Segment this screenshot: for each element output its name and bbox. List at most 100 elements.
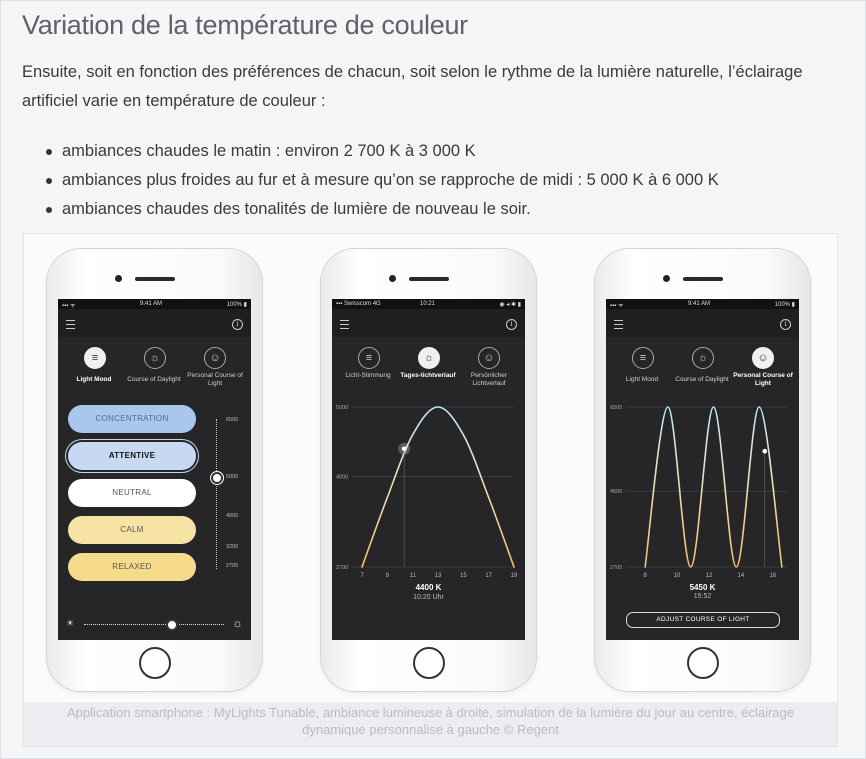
slider-tick-label: 4000: [226, 513, 239, 519]
battery-indicator: 100% ▮: [226, 302, 247, 308]
sun-icon[interactable]: ☼: [144, 347, 166, 369]
tab-persoenlicher-lichtverlauf[interactable]: Persönlicher Lichtverlauf: [458, 372, 520, 388]
home-button[interactable]: [139, 647, 171, 679]
personal-course-chart: 6500 4500 2700 8 10 12 14 16: [610, 405, 788, 579]
battery-indicator: ◉ ◂ ✱ ▮: [499, 302, 521, 308]
mood-relaxed-button[interactable]: RELAXED: [68, 553, 196, 581]
current-time-value: 15:52: [693, 593, 712, 600]
x-tick-label: 9: [386, 573, 390, 579]
series-line: [644, 406, 783, 568]
info-icon[interactable]: i: [506, 319, 517, 330]
tab-licht-stimmung[interactable]: Licht-Stimmung: [338, 372, 398, 380]
status-time: 9:41 AM: [140, 301, 163, 307]
x-tick-label: 10: [674, 573, 681, 579]
series-line: [361, 406, 515, 568]
sliders-icon[interactable]: ≡: [632, 347, 654, 369]
person-icon[interactable]: ☺: [204, 347, 226, 369]
app-screen: ▪▪▪ ᯤ 9:41 AM 100% ▮ i ≡ ☼ ☺ Light Mood …: [58, 299, 251, 640]
front-camera: [115, 275, 122, 282]
current-temperature-value: 4400 K: [415, 583, 442, 592]
x-tick-label: 8: [643, 573, 647, 579]
speaker-grille: [683, 277, 723, 281]
bullet-list: ambiances chaudes le matin : environ 2 7…: [22, 137, 719, 224]
status-time: 9:41 AM: [688, 301, 711, 307]
daylight-chart: 5000 4000 2700 7 9 11 13 15 17 19: [336, 405, 518, 579]
sliders-icon[interactable]: ≡: [358, 347, 380, 369]
sun-icon[interactable]: ☼: [418, 347, 440, 369]
person-icon[interactable]: ☺: [752, 347, 774, 369]
figure: ▪▪▪ ᯤ 9:41 AM 100% ▮ i ≡ ☼ ☺ Light Mood …: [23, 233, 838, 747]
menu-icon[interactable]: [614, 320, 623, 329]
battery-indicator: 100% ▮: [774, 302, 795, 308]
signal-indicator: ▪▪▪ Swisscom 4G: [336, 301, 381, 307]
sun-icon[interactable]: ☼: [692, 347, 714, 369]
slider-tick-label: 5000: [226, 474, 239, 480]
mood-attentive-button[interactable]: ATTENTIVE: [68, 442, 196, 470]
tab-light-mood[interactable]: Light Mood: [64, 376, 124, 384]
menu-icon[interactable]: [340, 320, 349, 329]
signal-indicator: ▪▪▪ ᯤ: [610, 303, 624, 309]
phone-personal-course: ▪▪▪ ᯤ 9:41 AM 100% ▮ i ≡ ☼ ☺ Light Mood …: [595, 249, 810, 691]
x-tick-label: 13: [435, 573, 442, 579]
x-tick-label: 17: [485, 573, 492, 579]
mood-calm-button[interactable]: CALM: [68, 516, 196, 544]
sliders-icon[interactable]: ≡: [84, 347, 106, 369]
temperature-slider-knob[interactable]: [211, 472, 223, 484]
x-tick-label: 12: [706, 573, 713, 579]
home-button[interactable]: [413, 647, 445, 679]
status-bar: ▪▪▪ ᯤ 9:41 AM 100% ▮: [58, 299, 251, 309]
marker-point: [762, 448, 768, 454]
brightness-slider-knob[interactable]: [166, 619, 178, 631]
x-tick-label: 15: [460, 573, 467, 579]
front-camera: [663, 275, 670, 282]
brightness-low-icon: ☀: [66, 618, 75, 628]
tab-tageslichtverlauf[interactable]: Tages-lichtverlauf: [398, 372, 458, 380]
home-button[interactable]: [687, 647, 719, 679]
signal-indicator: ▪▪▪ ᯤ: [62, 303, 76, 309]
y-tick-label: 2700: [336, 565, 348, 571]
y-tick-label: 5000: [336, 405, 348, 411]
person-icon[interactable]: ☺: [478, 347, 500, 369]
mood-concentration-button[interactable]: CONCENTRATION: [68, 405, 196, 433]
tab-course-of-daylight[interactable]: Course of Daylight: [124, 376, 184, 384]
slider-tick-label: 2700: [226, 563, 239, 569]
mood-neutral-button[interactable]: NEUTRAL: [68, 479, 196, 507]
menu-icon[interactable]: [66, 320, 75, 329]
y-tick-label: 4000: [336, 475, 348, 481]
x-tick-label: 7: [360, 573, 364, 579]
x-tick-label: 16: [769, 573, 776, 579]
tab-course-of-daylight[interactable]: Course of Daylight: [672, 376, 732, 384]
current-time-value: 10:20 Uhr: [413, 594, 444, 601]
bullet-item: ambiances plus froides au fur et à mesur…: [22, 166, 719, 195]
brightness-high-icon: ☼: [232, 616, 243, 630]
info-icon[interactable]: i: [780, 319, 791, 330]
bullet-item: ambiances chaudes le matin : environ 2 7…: [22, 137, 719, 166]
figure-image: ▪▪▪ ᯤ 9:41 AM 100% ▮ i ≡ ☼ ☺ Light Mood …: [24, 234, 837, 702]
x-tick-label: 14: [738, 573, 745, 579]
nav-bar: i: [606, 309, 799, 337]
y-tick-label: 4500: [610, 489, 622, 495]
tab-personal-course-of-light[interactable]: Personal Course of Light: [184, 372, 246, 388]
x-tick-label: 11: [410, 573, 417, 579]
slider-tick-label: 6500: [226, 417, 239, 423]
brightness-slider-track[interactable]: [84, 624, 224, 625]
status-bar: ▪▪▪ Swisscom 4G 10:21 ◉ ◂ ✱ ▮: [332, 299, 525, 309]
temperature-slider-track[interactable]: [216, 419, 217, 569]
phone-course-of-daylight: ▪▪▪ Swisscom 4G 10:21 ◉ ◂ ✱ ▮ i ≡ ☼ ☺ Li…: [321, 249, 536, 691]
info-icon[interactable]: i: [232, 319, 243, 330]
front-camera: [389, 275, 396, 282]
status-time: 10:21: [420, 301, 436, 307]
marker-point: [401, 446, 407, 452]
tab-light-mood[interactable]: Light Mood: [612, 376, 672, 384]
status-bar: ▪▪▪ ᯤ 9:41 AM 100% ▮: [606, 299, 799, 309]
bullet-item: ambiances chaudes des tonalités de lumiè…: [22, 195, 719, 224]
slider-tick-label: 3200: [226, 544, 239, 550]
figure-caption: Application smartphone : MyLights Tunabl…: [67, 705, 794, 737]
y-tick-label: 2700: [610, 565, 622, 571]
tab-personal-course-of-light[interactable]: Personal Course of Light: [732, 372, 794, 388]
current-temperature-value: 5450 K: [689, 583, 716, 592]
nav-bar: i: [58, 309, 251, 337]
y-tick-label: 6500: [610, 405, 622, 411]
adjust-course-button[interactable]: ADJUST COURSE OF LIGHT: [626, 612, 780, 628]
nav-bar: i: [332, 309, 525, 337]
